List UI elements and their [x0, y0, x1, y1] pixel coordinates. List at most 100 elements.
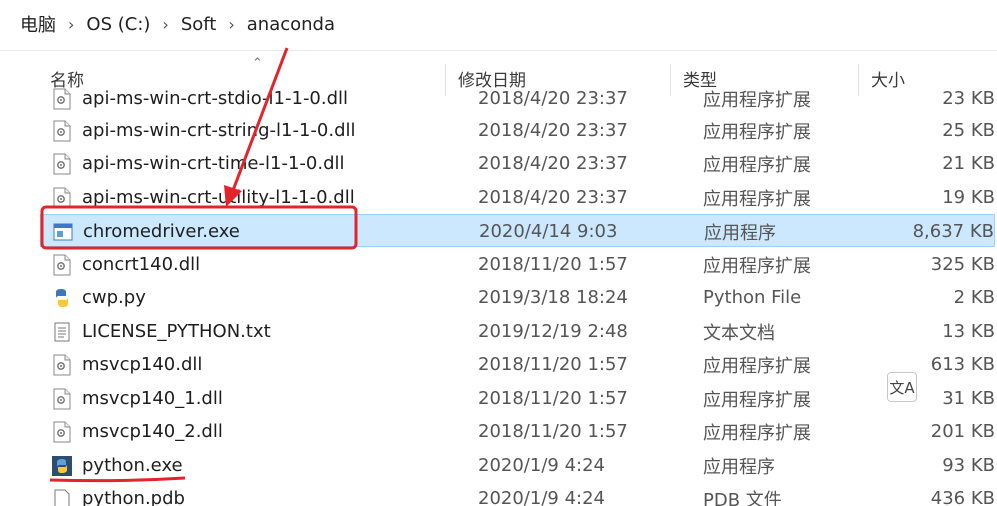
file-name-cell: msvcp140_1.dll: [52, 382, 223, 415]
file-name: api-ms-win-crt-utility-l1-1-0.dll: [82, 187, 355, 208]
file-name-cell: msvcp140_2.dll: [52, 415, 223, 448]
file-modified-date: 2020/1/9 4:24: [478, 455, 605, 476]
file-row[interactable]: msvcp140.dll 2018/11/20 1:57 应用程序扩展 613 KB: [40, 348, 995, 381]
dll-file-icon: [52, 153, 72, 175]
file-name-cell: chromedriver.exe: [53, 215, 240, 248]
dll-file-icon: [52, 421, 72, 443]
file-type: Python File: [703, 287, 802, 308]
divider: [0, 50, 997, 51]
file-size: 613 KB: [930, 354, 995, 375]
file-name-cell: msvcp140.dll: [52, 348, 202, 381]
exe-app-icon: [53, 221, 73, 243]
file-size: 21 KB: [942, 153, 995, 174]
file-name: msvcp140_1.dll: [82, 388, 223, 409]
chevron-right-icon: ›: [162, 14, 169, 34]
file-size: 2 KB: [953, 287, 995, 308]
file-row[interactable]: python.pdb 2020/1/9 4:24 PDB 文件 436 KB: [40, 482, 995, 506]
file-row[interactable]: api-ms-win-crt-time-l1-1-0.dll 2018/4/20 …: [40, 147, 995, 180]
file-name: msvcp140.dll: [82, 354, 203, 375]
text-file-icon: [52, 321, 72, 343]
file-size: 13 KB: [942, 321, 995, 342]
file-name: python.pdb: [82, 488, 185, 506]
file-type: PDB 文件: [703, 489, 782, 506]
file-modified-date: 2018/4/20 23:37: [478, 153, 628, 174]
file-name: msvcp140_2.dll: [82, 421, 223, 442]
file-list: api-ms-win-crt-stdio-l1-1-0.dll 2018/4/20…: [20, 80, 995, 506]
file-size: 93 KB: [942, 455, 995, 476]
breadcrumb-item-anaconda[interactable]: anaconda: [247, 14, 335, 35]
dll-file-icon: [52, 254, 72, 276]
file-name-cell: api-ms-win-crt-string-l1-1-0.dll: [52, 114, 356, 147]
file-size: 8,637 KB: [912, 221, 994, 242]
file-type: 应用程序扩展: [703, 389, 811, 411]
file-name: LICENSE_PYTHON.txt: [82, 321, 271, 342]
file-type: 文本文档: [703, 322, 775, 344]
file-row[interactable]: api-ms-win-crt-string-l1-1-0.dll 2018/4/2…: [40, 114, 995, 147]
file-type: 应用程序扩展: [703, 188, 811, 210]
file-type: 应用程序扩展: [703, 255, 811, 277]
file-name-cell: cwp.py: [52, 281, 146, 314]
file-type: 应用程序扩展: [703, 121, 811, 143]
chevron-right-icon: ›: [228, 14, 235, 34]
file-name-cell: python.exe: [52, 449, 183, 482]
file-name-cell: api-ms-win-crt-stdio-l1-1-0.dll: [52, 82, 348, 115]
file-name: api-ms-win-crt-string-l1-1-0.dll: [82, 120, 356, 141]
file-type: 应用程序扩展: [703, 154, 811, 176]
translate-icon[interactable]: 文A: [887, 372, 917, 402]
file-row[interactable]: api-ms-win-crt-utility-l1-1-0.dll 2018/4/…: [40, 181, 995, 214]
file-type: 应用程序: [703, 456, 775, 478]
breadcrumb-item-soft[interactable]: Soft: [181, 14, 217, 35]
file-modified-date: 2018/4/20 23:37: [478, 187, 628, 208]
file-row[interactable]: chromedriver.exe 2020/4/14 9:03 应用程序 8,637 …: [40, 214, 995, 247]
file-size: 19 KB: [942, 187, 995, 208]
file-modified-date: 2018/11/20 1:57: [478, 421, 628, 442]
file-modified-date: 2020/1/9 4:24: [478, 488, 605, 506]
file-name-cell: LICENSE_PYTHON.txt: [52, 315, 271, 348]
breadcrumb-item-computer[interactable]: 电脑: [20, 11, 56, 37]
file-name: api-ms-win-crt-time-l1-1-0.dll: [82, 153, 345, 174]
file-modified-date: 2018/4/20 23:37: [478, 88, 628, 109]
file-name: python.exe: [82, 455, 183, 476]
file-row[interactable]: cwp.py 2019/3/18 18:24 Python File 2 KB: [40, 281, 995, 314]
file-name-cell: api-ms-win-crt-utility-l1-1-0.dll: [52, 181, 355, 214]
file-size: 325 KB: [930, 254, 995, 275]
dll-file-icon: [52, 88, 72, 110]
dll-file-icon: [52, 187, 72, 209]
file-modified-date: 2019/3/18 18:24: [478, 287, 628, 308]
dll-file-icon: [52, 120, 72, 142]
file-type: 应用程序: [704, 222, 776, 244]
file-modified-date: 2018/4/20 23:37: [478, 120, 628, 141]
file-size: 23 KB: [942, 88, 995, 109]
file-name-cell: python.pdb: [52, 482, 185, 506]
file-row[interactable]: LICENSE_PYTHON.txt 2019/12/19 2:48 文本文档 13 …: [40, 315, 995, 348]
file-size: 436 KB: [930, 488, 995, 506]
file-row[interactable]: msvcp140_2.dll 2018/11/20 1:57 应用程序扩展 201 K…: [40, 415, 995, 448]
dll-file-icon: [52, 354, 72, 376]
breadcrumb-item-drive[interactable]: OS (C:): [86, 14, 150, 35]
python-exe-icon: [52, 455, 72, 477]
chevron-right-icon: ›: [68, 14, 75, 34]
file-type: 应用程序扩展: [703, 89, 811, 111]
file-type: 应用程序扩展: [703, 422, 811, 444]
file-type: 应用程序扩展: [703, 355, 811, 377]
python-file-icon: [52, 287, 72, 309]
file-size: 201 KB: [930, 421, 995, 442]
file-modified-date: 2018/11/20 1:57: [478, 354, 628, 375]
file-modified-date: 2018/11/20 1:57: [478, 254, 628, 275]
file-row[interactable]: python.exe 2020/1/9 4:24 应用程序 93 KB: [40, 449, 995, 482]
file-row[interactable]: api-ms-win-crt-stdio-l1-1-0.dll 2018/4/20…: [40, 82, 995, 115]
file-name: api-ms-win-crt-stdio-l1-1-0.dll: [82, 88, 349, 109]
file-modified-date: 2019/12/19 2:48: [478, 321, 628, 342]
file-name: chromedriver.exe: [83, 221, 240, 242]
breadcrumb: 电脑 › OS (C:) › Soft › anaconda: [0, 0, 997, 48]
file-name-cell: api-ms-win-crt-time-l1-1-0.dll: [52, 147, 345, 180]
file-name: concrt140.dll: [82, 254, 201, 275]
dll-file-icon: [52, 388, 72, 410]
file-modified-date: 2020/4/14 9:03: [479, 221, 618, 242]
file-size: 25 KB: [942, 120, 995, 141]
file-modified-date: 2018/11/20 1:57: [478, 388, 628, 409]
file-name: cwp.py: [82, 287, 146, 308]
file-row[interactable]: concrt140.dll 2018/11/20 1:57 应用程序扩展 325 KB: [40, 248, 995, 281]
file-name-cell: concrt140.dll: [52, 248, 200, 281]
file-row[interactable]: msvcp140_1.dll 2018/11/20 1:57 应用程序扩展 31 KB: [40, 382, 995, 415]
